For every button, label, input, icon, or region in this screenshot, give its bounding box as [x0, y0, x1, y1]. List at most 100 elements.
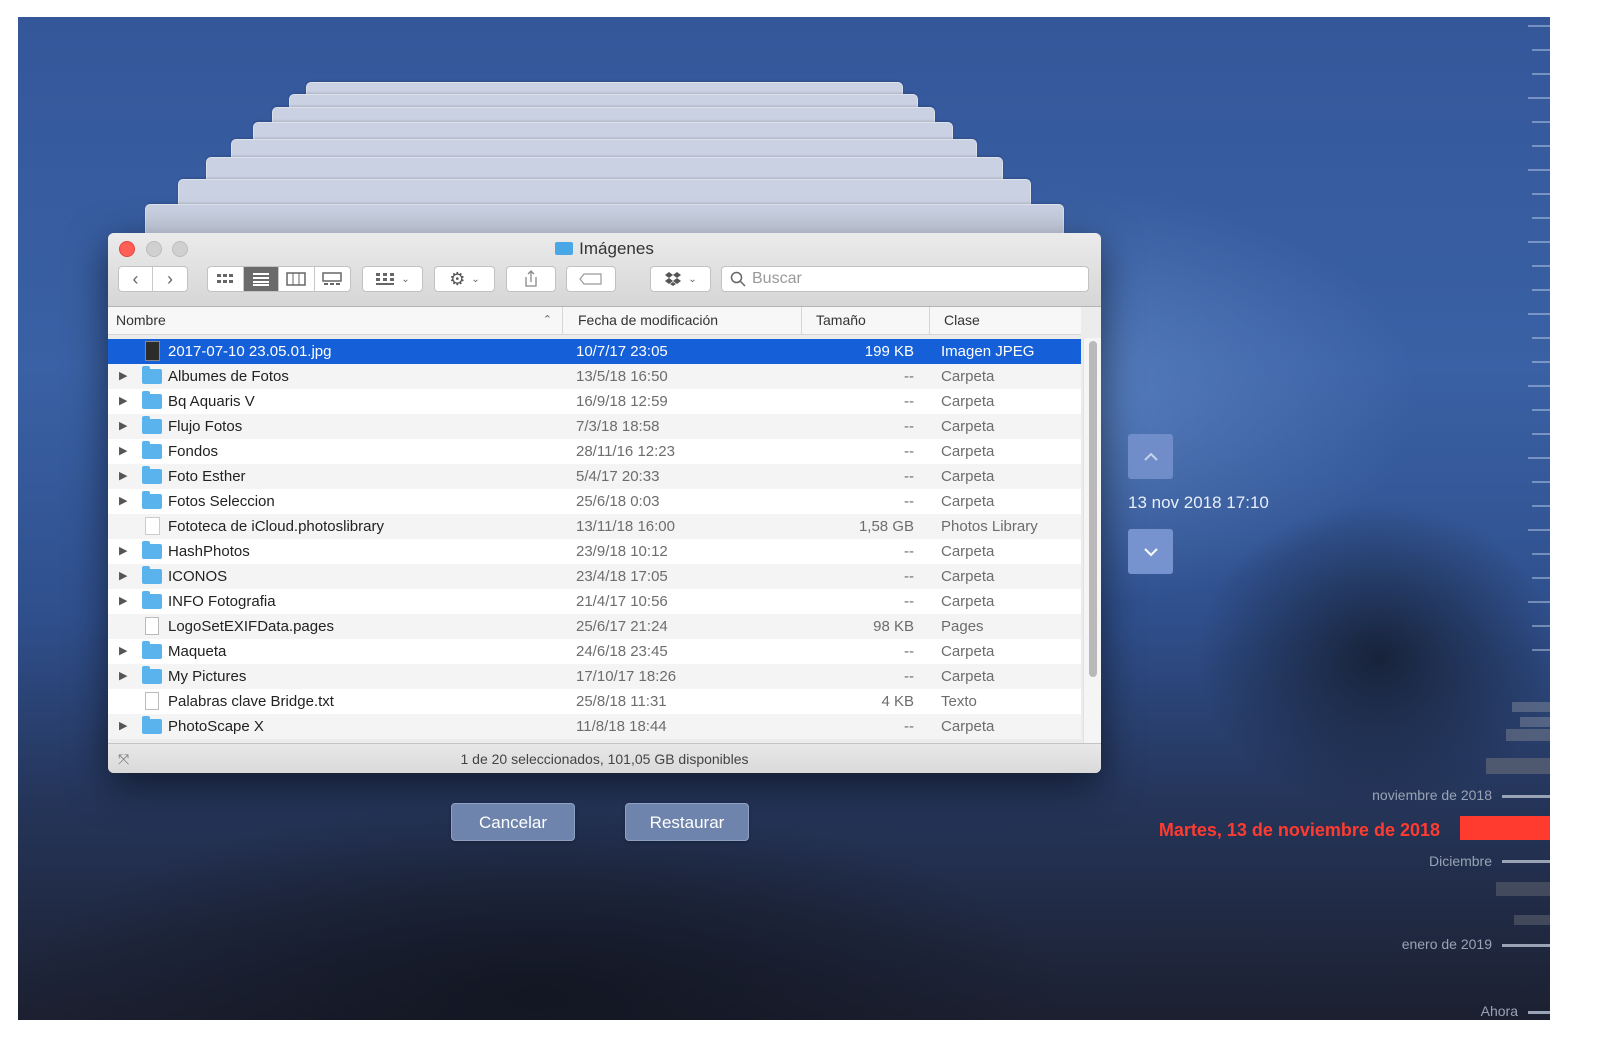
action-menu-button[interactable]: ⚙ ⌄: [434, 266, 495, 292]
back-button[interactable]: ‹: [119, 267, 154, 291]
file-name: Foto Esther: [168, 468, 246, 485]
file-kind: Carpeta: [941, 718, 995, 735]
file-row[interactable]: LogoSetEXIFData.pages 25/6/17 21:24 98 KB P…: [108, 614, 1081, 639]
file-row[interactable]: Fototeca de iCloud.photoslibrary 13/11/18…: [108, 514, 1081, 539]
file-modified: 28/11/16 12:23: [576, 443, 675, 460]
timeline-tick[interactable]: [1532, 553, 1550, 555]
disclosure-triangle-icon[interactable]: ▶: [119, 639, 127, 664]
timeline-tick[interactable]: [1532, 409, 1550, 411]
forward-button[interactable]: ›: [153, 267, 187, 291]
timeline-bar[interactable]: [1512, 702, 1550, 712]
file-row[interactable]: ▶ Fotos Seleccion 25/6/18 0:03 -- Carpeta: [108, 489, 1081, 514]
column-view-button[interactable]: [279, 267, 315, 291]
timeline-bar[interactable]: [1506, 729, 1550, 741]
timeline-bar[interactable]: [1520, 717, 1550, 727]
timeline-tick[interactable]: [1532, 625, 1550, 627]
timeline-tick[interactable]: [1532, 361, 1550, 363]
timeline-bar[interactable]: [1496, 882, 1550, 896]
timeline-tick[interactable]: [1532, 121, 1550, 123]
folder-icon: [142, 466, 162, 484]
disclosure-triangle-icon[interactable]: ▶: [119, 389, 127, 414]
file-row[interactable]: ▶ Foto Esther 5/4/17 20:33 -- Carpeta: [108, 464, 1081, 489]
timeline-tick[interactable]: [1532, 193, 1550, 195]
timeline-tick[interactable]: [1528, 601, 1550, 603]
file-row[interactable]: Palabras clave Bridge.txt 25/8/18 11:31 4 …: [108, 689, 1081, 714]
scrollbar-thumb[interactable]: [1089, 341, 1097, 677]
column-header-modified[interactable]: Fecha de modificación: [568, 307, 802, 334]
dropbox-button[interactable]: ⌄: [650, 266, 711, 292]
disclosure-triangle-icon[interactable]: ▶: [119, 539, 127, 564]
timeline-tick[interactable]: [1532, 481, 1550, 483]
file-row[interactable]: ▶ INFO Fotografia 21/4/17 10:56 -- Carpeta: [108, 589, 1081, 614]
file-row[interactable]: 2017-07-10 23.05.01.jpg 10/7/17 23:05 199 …: [108, 339, 1081, 364]
list-view-icon: [252, 273, 269, 286]
disclosure-triangle-icon[interactable]: ▶: [119, 364, 127, 389]
file-row[interactable]: ▶ Bq Aquaris V 16/9/18 12:59 -- Carpeta: [108, 389, 1081, 414]
chevron-down-icon: [1143, 547, 1158, 556]
file-row[interactable]: ▶ Fondos 28/11/16 12:23 -- Carpeta: [108, 439, 1081, 464]
disclosure-triangle-icon[interactable]: ▶: [119, 414, 127, 439]
timeline-tick[interactable]: [1528, 25, 1550, 27]
timeline-tick[interactable]: [1528, 529, 1550, 531]
selected-date-marker[interactable]: [1460, 816, 1550, 840]
timeline-bar[interactable]: [1486, 758, 1550, 774]
column-header-size[interactable]: Tamaño: [802, 307, 930, 334]
timeline-ticks[interactable]: [1520, 17, 1550, 1020]
column-header-name[interactable]: Nombre ⌃: [116, 307, 563, 334]
timeline-tick[interactable]: [1528, 241, 1550, 243]
cancel-button[interactable]: Cancelar: [451, 803, 575, 841]
folder-icon: [142, 541, 162, 559]
previous-snapshot-button[interactable]: [1128, 434, 1173, 479]
timeline-tick[interactable]: [1532, 433, 1550, 435]
file-row[interactable]: ▶ My Pictures 17/10/17 18:26 -- Carpeta: [108, 664, 1081, 689]
timeline-tick[interactable]: [1532, 337, 1550, 339]
file-name: Albumes de Fotos: [168, 368, 289, 385]
file-row[interactable]: ▶ Flujo Fotos 7/3/18 18:58 -- Carpeta: [108, 414, 1081, 439]
path-bar-toggle-icon[interactable]: ⤧: [118, 744, 129, 773]
timeline-tick[interactable]: [1528, 169, 1550, 171]
restore-button[interactable]: Restaurar: [625, 803, 749, 841]
timeline-tick[interactable]: [1532, 49, 1550, 51]
file-size: --: [904, 393, 914, 410]
share-button[interactable]: [506, 266, 556, 292]
timeline-bar[interactable]: [1514, 915, 1550, 925]
file-modified: 11/8/18 18:44: [576, 718, 667, 735]
disclosure-triangle-icon[interactable]: ▶: [119, 714, 127, 739]
timeline-tick[interactable]: [1532, 505, 1550, 507]
gallery-view-button[interactable]: [315, 267, 350, 291]
disclosure-triangle-icon[interactable]: ▶: [119, 489, 127, 514]
timeline-tick[interactable]: [1532, 145, 1550, 147]
disclosure-triangle-icon[interactable]: ▶: [119, 564, 127, 589]
disclosure-triangle-icon[interactable]: ▶: [119, 464, 127, 489]
disclosure-triangle-icon[interactable]: ▶: [119, 439, 127, 464]
file-row[interactable]: ▶ PhotoScape X 11/8/18 18:44 -- Carpeta: [108, 714, 1081, 739]
disclosure-triangle-icon[interactable]: ▶: [119, 664, 127, 689]
search-field[interactable]: Buscar: [721, 266, 1089, 292]
timeline-tick[interactable]: [1528, 385, 1550, 387]
file-name: 2017-07-10 23.05.01.jpg: [168, 343, 332, 360]
file-row[interactable]: ▶ HashPhotos 23/9/18 10:12 -- Carpeta: [108, 539, 1081, 564]
next-snapshot-button[interactable]: [1128, 529, 1173, 574]
file-size: --: [904, 443, 914, 460]
file-row[interactable]: ▶ Maqueta 24/6/18 23:45 -- Carpeta: [108, 639, 1081, 664]
tags-button[interactable]: [566, 266, 616, 292]
vertical-scrollbar[interactable]: [1083, 338, 1101, 743]
file-name: PhotoScape X: [168, 718, 264, 735]
timeline-tick[interactable]: [1532, 73, 1550, 75]
column-header-kind[interactable]: Clase: [930, 307, 1080, 334]
timeline-tick[interactable]: [1532, 649, 1550, 651]
timeline-tick[interactable]: [1528, 97, 1550, 99]
timeline-tick[interactable]: [1532, 265, 1550, 267]
disclosure-triangle-icon[interactable]: ▶: [119, 589, 127, 614]
folder-icon: [142, 416, 162, 434]
file-row[interactable]: ▶ Albumes de Fotos 13/5/18 16:50 -- Carpeta: [108, 364, 1081, 389]
list-view-button[interactable]: [243, 267, 279, 291]
file-row[interactable]: ▶ ICONOS 23/4/18 17:05 -- Carpeta: [108, 564, 1081, 589]
icon-view-button[interactable]: [208, 267, 244, 291]
timeline-tick[interactable]: [1532, 289, 1550, 291]
timeline-tick[interactable]: [1528, 313, 1550, 315]
timeline-tick[interactable]: [1532, 217, 1550, 219]
group-by-button[interactable]: ⌄: [362, 266, 423, 292]
timeline-tick[interactable]: [1532, 577, 1550, 579]
timeline-tick[interactable]: [1528, 457, 1550, 459]
